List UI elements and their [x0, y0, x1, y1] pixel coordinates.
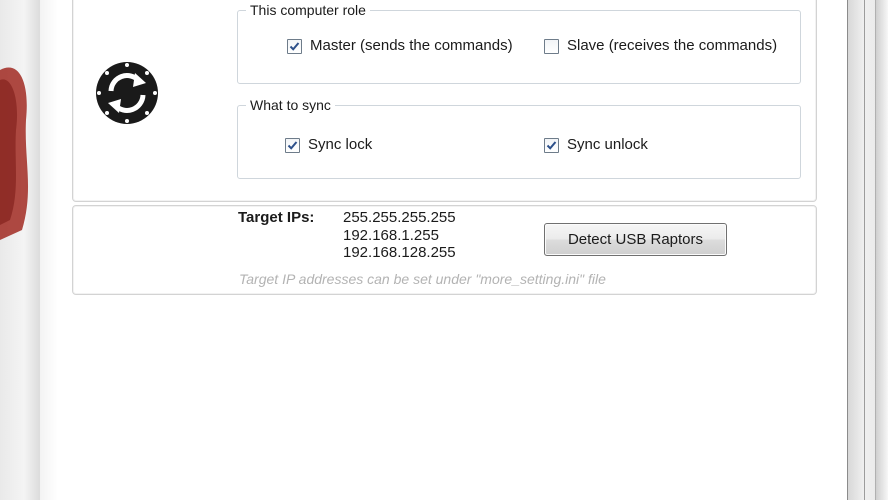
background-decoration — [0, 67, 29, 240]
sync-unlock-checkbox[interactable]: Sync unlock — [544, 136, 648, 154]
slave-checkbox[interactable]: Slave (receives the commands) — [544, 37, 777, 55]
what-to-sync-title: What to sync — [246, 96, 335, 114]
checkmark-icon — [287, 140, 298, 150]
sync-arrows-icon — [96, 62, 158, 124]
window-frame-right — [847, 0, 888, 500]
target-ip: 255.255.255.255 — [343, 209, 456, 226]
master-checkbox-box[interactable] — [287, 38, 302, 54]
target-ip: 192.168.1.255 — [343, 226, 439, 244]
slave-checkbox-label: Slave (receives the commands) — [567, 37, 778, 54]
checkmark-icon — [289, 41, 300, 51]
checkmark-icon — [546, 140, 557, 150]
window-inner-edge — [40, 0, 58, 500]
target-ip: 192.168.128.255 — [343, 244, 456, 261]
detect-usb-raptors-button[interactable]: Detect USB Raptors — [544, 223, 727, 256]
target-ips-label: Target IPs: — [238, 209, 315, 226]
master-checkbox[interactable]: Master (sends the commands) — [287, 37, 513, 55]
computer-role-title: This computer role — [246, 1, 370, 19]
sync-lock-checkbox[interactable]: Sync lock — [285, 136, 372, 154]
target-ip-hint: Target IP addresses can be set under "mo… — [239, 271, 606, 287]
target-ip-list: 255.255.255.255 192.168.1.255 192.168.12… — [343, 209, 456, 262]
sync-unlock-checkbox-box[interactable] — [544, 137, 559, 153]
window-frame-left — [0, 0, 41, 500]
sync-unlock-label: Sync unlock — [567, 136, 648, 153]
master-checkbox-label: Master (sends the commands) — [310, 37, 513, 54]
sync-lock-label: Sync lock — [308, 136, 373, 153]
sync-lock-checkbox-box[interactable] — [285, 137, 300, 153]
slave-checkbox-box[interactable] — [544, 38, 559, 54]
